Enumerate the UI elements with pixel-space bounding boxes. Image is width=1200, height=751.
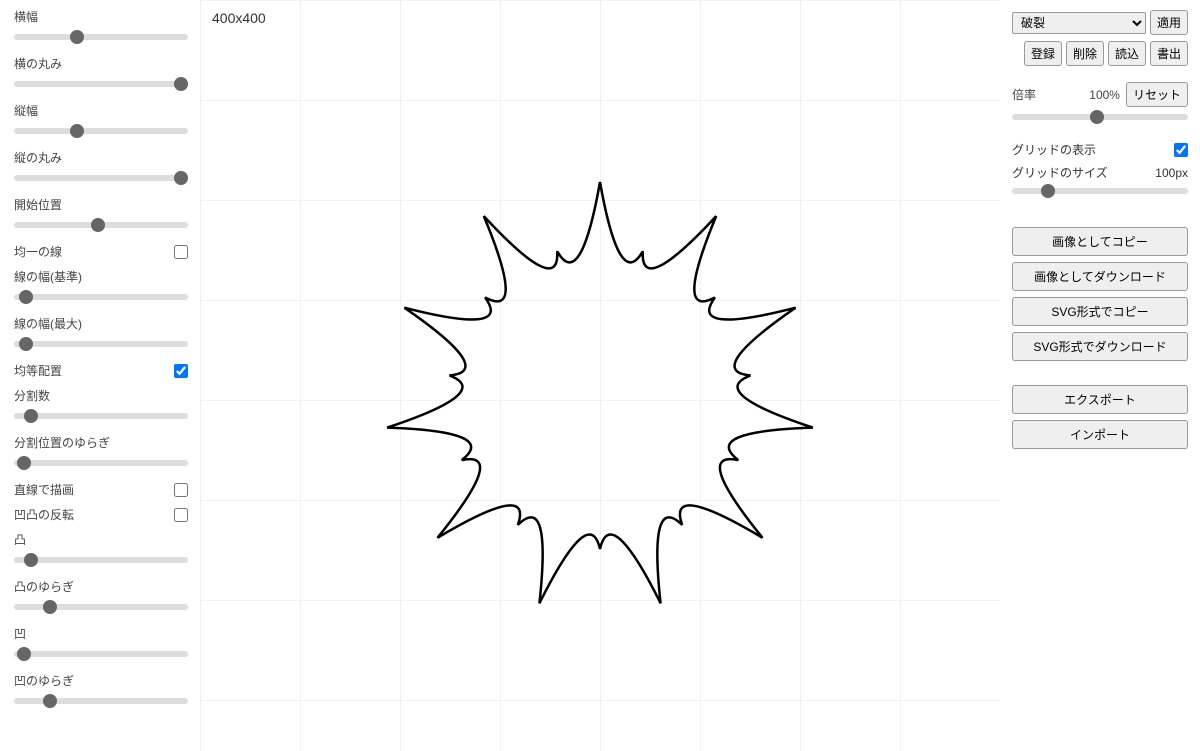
line-max-control: 線の幅(最大) — [14, 315, 188, 350]
grid-show-label: グリッドの表示 — [1012, 141, 1096, 158]
concave-jitter-label: 凹のゆらぎ — [14, 672, 188, 689]
invert-control: 凹凸の反転 — [14, 506, 188, 523]
invert-checkbox[interactable] — [174, 508, 188, 522]
register-button[interactable]: 登録 — [1024, 41, 1062, 66]
copy-svg-button[interactable]: SVG形式でコピー — [1012, 297, 1188, 326]
zoom-value: 100% — [1089, 88, 1120, 102]
delete-button[interactable]: 削除 — [1066, 41, 1104, 66]
width-control: 横幅 — [14, 8, 188, 43]
height-slider[interactable] — [14, 128, 188, 134]
uniform-line-control: 均一の線 — [14, 243, 188, 260]
convex-jitter-control: 凸のゆらぎ — [14, 578, 188, 613]
hround-label: 横の丸み — [14, 55, 188, 72]
vround-control: 縦の丸み — [14, 149, 188, 184]
convex-jitter-slider[interactable] — [14, 604, 188, 610]
convex-control: 凸 — [14, 531, 188, 566]
start-slider[interactable] — [14, 222, 188, 228]
reset-zoom-button[interactable]: リセット — [1126, 82, 1188, 107]
start-label: 開始位置 — [14, 196, 188, 213]
right-panel: 破裂 適用 登録 削除 読込 書出 倍率 100% リセット グリッドの表示 グ… — [1000, 0, 1200, 751]
concave-control: 凹 — [14, 625, 188, 660]
convex-jitter-label: 凸のゆらぎ — [14, 578, 188, 595]
load-button[interactable]: 読込 — [1108, 41, 1146, 66]
divisions-slider[interactable] — [14, 413, 188, 419]
divisions-control: 分割数 — [14, 387, 188, 422]
width-label: 横幅 — [14, 8, 188, 25]
uniform-line-checkbox[interactable] — [174, 245, 188, 259]
width-slider[interactable] — [14, 34, 188, 40]
vround-slider[interactable] — [14, 175, 188, 181]
canvas-size-label: 400x400 — [212, 10, 266, 26]
grid-show-checkbox[interactable] — [1174, 143, 1188, 157]
straight-checkbox[interactable] — [174, 483, 188, 497]
download-svg-button[interactable]: SVG形式でダウンロード — [1012, 332, 1188, 361]
convex-slider[interactable] — [14, 557, 188, 563]
export-button[interactable]: エクスポート — [1012, 385, 1188, 414]
uniform-line-label: 均一の線 — [14, 243, 62, 260]
divisions-label: 分割数 — [14, 387, 188, 404]
div-jitter-label: 分割位置のゆらぎ — [14, 434, 188, 451]
copy-image-button[interactable]: 画像としてコピー — [1012, 227, 1188, 256]
zoom-slider[interactable] — [1012, 114, 1188, 120]
height-label: 縦幅 — [14, 102, 188, 119]
start-control: 開始位置 — [14, 196, 188, 231]
line-base-control: 線の幅(基準) — [14, 268, 188, 303]
height-control: 縦幅 — [14, 102, 188, 137]
grid-size-value: 100px — [1155, 166, 1188, 180]
div-jitter-control: 分割位置のゆらぎ — [14, 434, 188, 469]
even-dist-label: 均等配置 — [14, 362, 62, 379]
apply-button[interactable]: 適用 — [1150, 10, 1188, 35]
zoom-label: 倍率 — [1012, 86, 1036, 103]
line-max-label: 線の幅(最大) — [14, 315, 188, 332]
line-base-slider[interactable] — [14, 294, 188, 300]
line-base-label: 線の幅(基準) — [14, 268, 188, 285]
save-button[interactable]: 書出 — [1150, 41, 1188, 66]
preset-select[interactable]: 破裂 — [1012, 12, 1146, 34]
download-image-button[interactable]: 画像としてダウンロード — [1012, 262, 1188, 291]
left-panel: 横幅 横の丸み 縦幅 縦の丸み 開始位置 均一の線 線の幅(基準) 線の幅(最大… — [0, 0, 200, 751]
vround-label: 縦の丸み — [14, 149, 188, 166]
div-jitter-slider[interactable] — [14, 460, 188, 466]
invert-label: 凹凸の反転 — [14, 506, 74, 523]
import-button[interactable]: インポート — [1012, 420, 1188, 449]
even-dist-checkbox[interactable] — [174, 364, 188, 378]
canvas-area[interactable]: 400x400 — [200, 0, 1000, 751]
concave-jitter-control: 凹のゆらぎ — [14, 672, 188, 707]
even-dist-control: 均等配置 — [14, 362, 188, 379]
concave-jitter-slider[interactable] — [14, 698, 188, 704]
grid-size-label: グリッドのサイズ — [1012, 164, 1108, 181]
convex-label: 凸 — [14, 531, 188, 548]
grid-size-slider[interactable] — [1012, 188, 1188, 194]
concave-slider[interactable] — [14, 651, 188, 657]
hround-slider[interactable] — [14, 81, 188, 87]
concave-label: 凹 — [14, 625, 188, 642]
hround-control: 横の丸み — [14, 55, 188, 90]
straight-label: 直線で描画 — [14, 481, 74, 498]
line-max-slider[interactable] — [14, 341, 188, 347]
straight-control: 直線で描画 — [14, 481, 188, 498]
grid-background — [200, 0, 1000, 751]
